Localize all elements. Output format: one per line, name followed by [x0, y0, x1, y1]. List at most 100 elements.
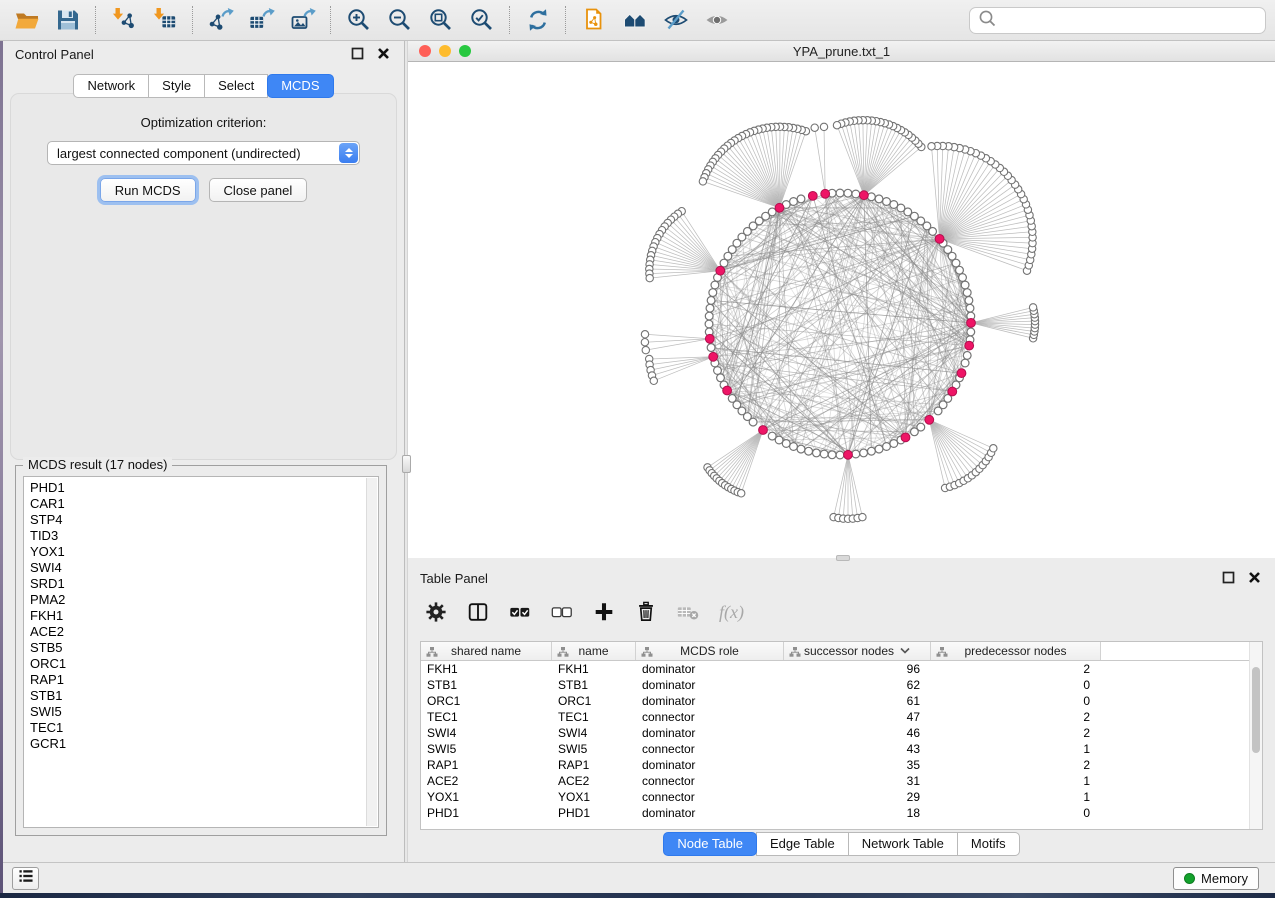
column-header-shared-name[interactable]: shared name — [421, 642, 552, 660]
result-node-item[interactable]: RAP1 — [30, 672, 378, 688]
result-node-item[interactable]: STP4 — [30, 512, 378, 528]
result-node-item[interactable]: TID3 — [30, 528, 378, 544]
toolbar-button-hide-selected[interactable] — [655, 3, 696, 37]
table-cell: SWI5 — [552, 742, 636, 756]
table-toolbar-button-add-column[interactable] — [592, 600, 616, 629]
result-node-item[interactable]: PHD1 — [30, 480, 378, 496]
table-row[interactable]: RAP1RAP1dominator352 — [421, 757, 1262, 773]
column-header-successor-nodes[interactable]: successor nodes — [784, 642, 931, 660]
zoom-window-traffic-light[interactable] — [459, 45, 471, 57]
network-graph[interactable] — [408, 62, 1275, 558]
table-row[interactable]: PHD1PHD1dominator180 — [421, 805, 1262, 821]
toolbar-button-first-neighbors[interactable] — [614, 3, 655, 37]
tab-edge-table[interactable]: Edge Table — [756, 832, 849, 856]
table-scrollbar-thumb[interactable] — [1252, 667, 1260, 753]
horizontal-splitter-grip[interactable] — [836, 555, 850, 561]
run-mcds-button[interactable]: Run MCDS — [100, 178, 196, 202]
toolbar-button-save-session[interactable] — [47, 3, 88, 37]
toolbar-button-import-network[interactable] — [103, 3, 144, 37]
toolbar-button-zoom-selected[interactable] — [461, 3, 502, 37]
table-cell: SWI4 — [552, 726, 636, 740]
criterion-dropdown[interactable]: largest connected component (undirected) — [47, 141, 360, 165]
toolbar-button-export-image[interactable] — [282, 3, 323, 37]
float-window-icon[interactable] — [1220, 569, 1237, 589]
table-cell: dominator — [636, 726, 784, 740]
toolbar-button-open-file[interactable] — [6, 3, 47, 37]
tab-mcds[interactable]: MCDS — [267, 74, 333, 98]
add-column-icon — [592, 600, 616, 624]
result-node-item[interactable]: SRD1 — [30, 576, 378, 592]
vertical-splitter-grip[interactable] — [402, 455, 411, 473]
table-toolbar-button-delete-column[interactable] — [634, 600, 658, 629]
table-toolbar-button-deselect-all[interactable] — [550, 600, 574, 629]
toolbar-button-new-network-from-selection[interactable] — [573, 3, 614, 37]
select-all-icon — [508, 600, 532, 624]
toolbar-button-export-network[interactable] — [200, 3, 241, 37]
search-input[interactable] — [997, 10, 1265, 32]
tab-motifs[interactable]: Motifs — [957, 832, 1020, 856]
toolbar-button-zoom-out[interactable] — [379, 3, 420, 37]
result-node-item[interactable]: GCR1 — [30, 736, 378, 752]
tab-node-table[interactable]: Node Table — [663, 832, 757, 856]
close-panel-button[interactable]: Close panel — [209, 178, 308, 202]
column-header-predecessor-nodes[interactable]: predecessor nodes — [931, 642, 1101, 660]
table-row[interactable]: ACE2ACE2connector311 — [421, 773, 1262, 789]
result-list-scrollbar[interactable] — [366, 478, 377, 826]
table-row[interactable]: YOX1YOX1connector291 — [421, 789, 1262, 805]
result-node-item[interactable]: TEC1 — [30, 720, 378, 736]
hide-selected-icon — [663, 7, 689, 33]
toolbar-separator — [509, 6, 510, 34]
table-toolbar-button-select-all[interactable] — [508, 600, 532, 629]
table-cell: RAP1 — [421, 758, 552, 772]
tab-style[interactable]: Style — [148, 74, 205, 98]
close-window-traffic-light[interactable] — [419, 45, 431, 57]
close-panel-icon[interactable] — [1246, 569, 1263, 589]
result-node-item[interactable]: ORC1 — [30, 656, 378, 672]
search-box[interactable] — [969, 7, 1266, 34]
search-icon — [977, 8, 997, 33]
result-node-item[interactable]: YOX1 — [30, 544, 378, 560]
minimize-window-traffic-light[interactable] — [439, 45, 451, 57]
result-node-item[interactable]: STB1 — [30, 688, 378, 704]
tab-network-table[interactable]: Network Table — [848, 832, 958, 856]
table-row[interactable]: ORC1ORC1dominator610 — [421, 693, 1262, 709]
result-node-item[interactable]: STB5 — [30, 640, 378, 656]
tab-select[interactable]: Select — [204, 74, 268, 98]
column-header-name[interactable]: name — [552, 642, 636, 660]
table-toolbar-button-split-pane[interactable] — [466, 600, 490, 629]
task-history-button[interactable] — [12, 867, 39, 890]
result-node-item[interactable]: CAR1 — [30, 496, 378, 512]
table-toolbar-button-gear[interactable] — [424, 600, 448, 629]
toolbar-button-show-all[interactable] — [696, 3, 737, 37]
result-node-item[interactable]: SWI5 — [30, 704, 378, 720]
table-row[interactable]: SWI5SWI5connector431 — [421, 741, 1262, 757]
mcds-result-list[interactable]: PHD1CAR1STP4TID3YOX1SWI4SRD1PMA2FKH1ACE2… — [23, 476, 379, 828]
toolbar-button-export-table[interactable] — [241, 3, 282, 37]
column-grip-icon — [426, 646, 438, 658]
dropdown-stepper-icon — [339, 143, 358, 163]
table-cell: dominator — [636, 758, 784, 772]
column-header-MCDS-role[interactable]: MCDS role — [636, 642, 784, 660]
toolbar-button-refresh[interactable] — [517, 3, 558, 37]
memory-button[interactable]: Memory — [1173, 867, 1259, 890]
close-panel-icon[interactable] — [375, 45, 392, 65]
table-row[interactable]: SWI4SWI4dominator462 — [421, 725, 1262, 741]
table-scrollbar[interactable] — [1249, 642, 1262, 829]
result-node-item[interactable]: SWI4 — [30, 560, 378, 576]
vertical-splitter[interactable] — [404, 41, 408, 862]
network-canvas[interactable] — [408, 62, 1275, 558]
toolbar-button-import-table[interactable] — [144, 3, 185, 37]
table-row[interactable]: STB1STB1dominator620 — [421, 677, 1262, 693]
table-row[interactable]: FKH1FKH1dominator962 — [421, 661, 1262, 677]
table-cell: SWI5 — [421, 742, 552, 756]
table-row[interactable]: TEC1TEC1connector472 — [421, 709, 1262, 725]
result-node-item[interactable]: ACE2 — [30, 624, 378, 640]
float-window-icon[interactable] — [349, 45, 366, 65]
toolbar-button-zoom-in[interactable] — [338, 3, 379, 37]
result-node-item[interactable]: FKH1 — [30, 608, 378, 624]
toolbar-button-zoom-fit[interactable] — [420, 3, 461, 37]
horizontal-splitter[interactable] — [408, 558, 1275, 565]
result-node-item[interactable]: PMA2 — [30, 592, 378, 608]
tab-network[interactable]: Network — [73, 74, 149, 98]
import-table-icon — [152, 7, 178, 33]
